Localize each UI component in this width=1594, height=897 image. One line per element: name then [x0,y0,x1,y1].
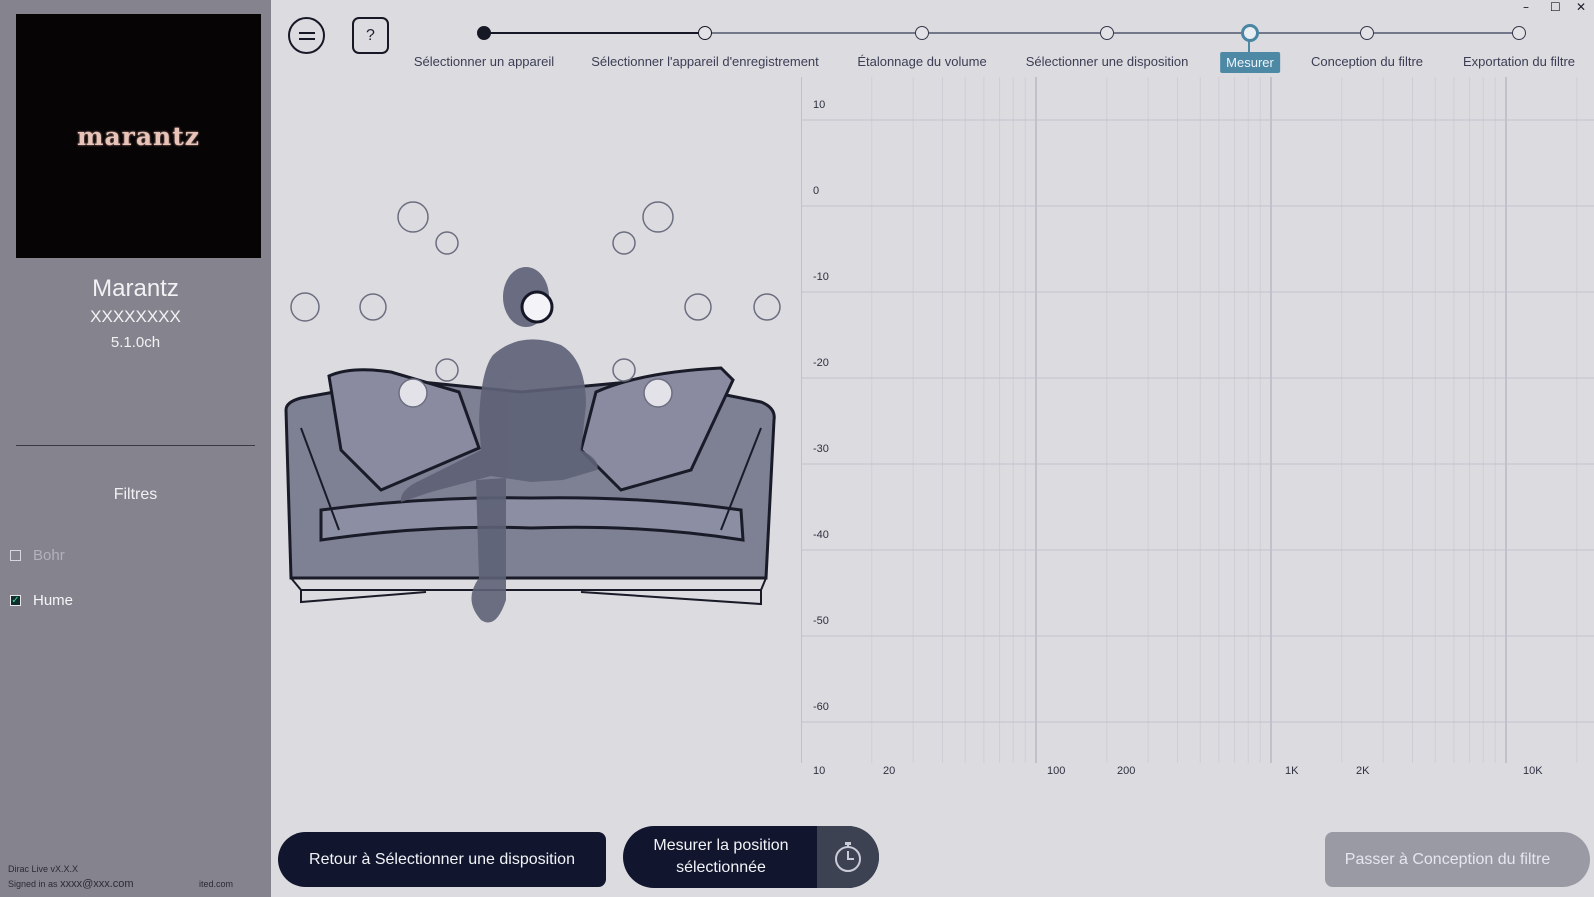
stopwatch-icon [835,842,861,872]
footer-url: ited.com [199,879,234,889]
speaker-position-icon[interactable] [753,293,781,321]
minimize-icon[interactable]: – [1523,0,1529,14]
step-label-select-recording[interactable]: Sélectionner l'appareil d'enregistrement [591,54,819,69]
step-label-measure[interactable]: Mesurer [1220,52,1280,73]
y-tick-label: -40 [813,529,829,541]
help-button[interactable]: ? [352,17,389,54]
stepper-line-done [484,32,705,34]
sidebar: marantz Marantz XXXXXXXX 5.1.0ch Filtres… [0,0,271,897]
selected-mic-position-icon[interactable] [520,290,554,324]
speaker-position-icon[interactable] [359,293,387,321]
sidebar-divider [16,445,255,446]
x-tick-label: 100 [1047,765,1066,777]
x-tick-label: 10K [1523,765,1543,777]
x-tick-label: 2K [1356,765,1370,777]
checkbox-checked-icon[interactable]: ✓ [10,595,21,606]
measure-label-line2: sélectionnée [676,859,766,876]
y-tick-label: -50 [813,615,829,627]
graph-grid [800,77,1594,763]
next-label: Passer à Conception du filtre [1344,850,1551,868]
mic-position-icon[interactable] [398,378,428,408]
device-name: Marantz [92,275,179,302]
step-dot-select-device[interactable] [477,26,491,40]
measure-position-button[interactable]: Mesurer la position sélectionnée [623,826,879,888]
checkbox-unchecked-icon[interactable] [10,550,21,561]
filter-label: Hume [33,592,74,609]
y-tick-label: -10 [813,271,829,283]
signed-in-email: xxxx@xxx.com [60,878,134,890]
step-label-filter-export[interactable]: Exportation du filtre [1463,54,1575,69]
menu-button[interactable] [288,17,325,54]
speaker-position-icon[interactable] [612,358,636,382]
filter-item-hume[interactable]: ✓ Hume [10,592,73,609]
mic-position-icon[interactable] [643,378,673,408]
measure-label-line1: Mesurer la position [653,837,789,854]
measure-label: Mesurer la position sélectionnée [623,835,819,879]
speaker-position-icon[interactable] [642,201,674,233]
signed-in-prefix: Signed in as [8,879,58,889]
step-dot-filter-design[interactable] [1360,26,1374,40]
x-tick-label: 200 [1117,765,1136,777]
step-dot-select-recording[interactable] [698,26,712,40]
step-dot-measure[interactable] [1241,24,1259,42]
y-tick-label: -60 [813,701,829,713]
step-dot-volume[interactable] [915,26,929,40]
step-dot-filter-export[interactable] [1512,26,1526,40]
speaker-position-icon[interactable] [435,358,459,382]
y-tick-label: 0 [813,185,820,197]
step-label-select-device[interactable]: Sélectionner un appareil [414,54,554,69]
timer-button[interactable] [817,826,879,888]
speaker-position-icon[interactable] [612,231,636,255]
menu-icon [298,31,315,40]
back-to-layout-button[interactable]: Retour à Sélectionner une disposition [278,832,606,887]
app-version: Dirac Live vX.X.X [8,864,79,874]
x-tick-label: 1K [1285,765,1299,777]
x-tick-label: 10 [813,765,826,777]
filter-item-bohr[interactable]: Bohr [10,547,65,564]
listening-position-map [284,201,781,623]
device-channels: 5.1.0ch [110,334,161,351]
speaker-position-icon[interactable] [684,293,712,321]
speaker-position-icon[interactable] [435,231,459,255]
y-tick-label: 10 [813,99,826,111]
step-label-layout[interactable]: Sélectionner une disposition [1026,54,1189,69]
filter-label: Bohr [33,547,65,564]
filters-title: Filtres [113,486,158,503]
device-logo: marantz [16,14,261,258]
step-label-filter-design[interactable]: Conception du filtre [1311,54,1423,69]
x-tick-label: 20 [883,765,896,777]
signed-in-info: Signed in as xxxx@xxx.com [8,878,134,890]
device-serial: XXXXXXXX [90,307,181,326]
step-dot-layout[interactable] [1100,26,1114,40]
frequency-response-graph: 10 0 -10 -20 -30 -40 -50 -60 10 20 100 2… [800,77,1594,777]
maximize-icon[interactable]: ☐ [1550,0,1561,14]
step-label-volume[interactable]: Étalonnage du volume [857,54,986,69]
y-tick-label: -20 [813,357,829,369]
logo-text: marantz [77,121,200,151]
next-filter-design-button[interactable]: Passer à Conception du filtre [1325,832,1590,887]
speaker-position-icon[interactable] [290,292,320,322]
close-icon[interactable]: ✕ [1576,0,1586,14]
y-tick-label: -30 [813,443,829,455]
speaker-position-icon[interactable] [397,201,429,233]
